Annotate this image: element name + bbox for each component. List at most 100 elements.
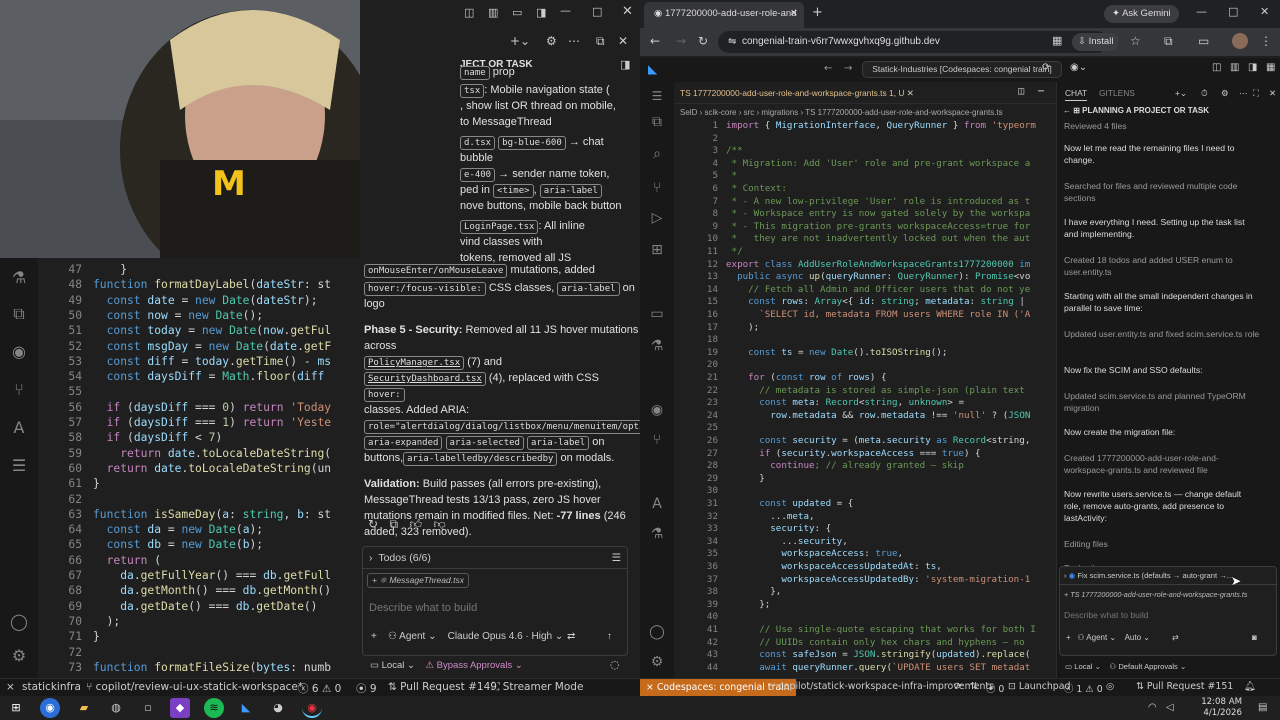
explorer-icon[interactable]: ☰ xyxy=(9,456,29,476)
code-line[interactable]: 12 export class AddUserRoleAndWorkspaceGr… xyxy=(674,259,1056,272)
ask-gemini-button[interactable]: ✦ Ask Gemini xyxy=(1104,5,1179,23)
code-line[interactable]: 31 const updated = { xyxy=(674,498,1056,511)
code-line[interactable]: 66 return ( xyxy=(38,553,360,568)
source-control-icon[interactable]: ⑂ xyxy=(9,380,29,400)
context-file-chip[interactable]: + ⚛ MessageThread.tsx xyxy=(367,573,469,588)
command-center[interactable]: Statick-Industries [Codespaces: congenia… xyxy=(862,61,1062,78)
code-line[interactable]: 54 const daysDiff = Math.floor(diff xyxy=(38,369,360,384)
retry-icon[interactable]: ↻ xyxy=(368,517,378,531)
extensions-puzzle-icon[interactable]: ⧉ xyxy=(1164,34,1173,49)
code-line[interactable]: 1 import { MigrationInterface, QueryRunne… xyxy=(674,120,1056,133)
code-line[interactable]: 71} xyxy=(38,629,360,644)
code-line[interactable]: 34 ...security, xyxy=(674,536,1056,549)
bookmark-star-icon[interactable]: ☆ xyxy=(1130,34,1141,48)
code-line[interactable]: 50 const now = new Date(); xyxy=(38,308,360,323)
new-chat-icon[interactable]: +⌄ xyxy=(510,34,530,48)
account-icon-2[interactable]: ◯ xyxy=(647,622,667,642)
code-editor-left[interactable]: 47 } 48 function formatDayLabel(dateStr: s… xyxy=(38,258,360,678)
file-link[interactable]: PolicyManager.tsx xyxy=(364,356,465,370)
notifications-icon[interactable]: 🔔︎ xyxy=(1244,681,1256,692)
code-line[interactable]: 62 xyxy=(38,492,360,507)
obs-icon[interactable]: ◆ xyxy=(170,698,190,718)
clear-todos-icon[interactable]: ☰ xyxy=(612,547,621,569)
code-line[interactable]: 36 workspaceAccessUpdatedAt: ts, xyxy=(674,561,1056,574)
code-line[interactable]: 29 } xyxy=(674,473,1056,486)
chrome-icon[interactable]: ◉ xyxy=(40,698,60,718)
bypass-approvals-dropdown[interactable]: ⚠ Bypass Approvals ⌄ xyxy=(426,660,523,671)
code-line[interactable]: 55 xyxy=(38,384,360,399)
spotify-icon[interactable]: ≋ xyxy=(204,698,224,718)
panel-icon[interactable]: ▭ xyxy=(512,6,522,19)
editor-more-icon[interactable]: ⋯ xyxy=(1038,86,1044,97)
editor-tab[interactable]: TS 1777200000-add-user-role-and-workspac… xyxy=(674,82,944,104)
sidebar-icon[interactable]: ◨ xyxy=(536,6,546,19)
context-file-chip-2[interactable]: + TS 1777200000-add-user-role-and-worksp… xyxy=(1064,589,1274,601)
todos-bar[interactable]: › Todos (6/6) ☰ xyxy=(363,547,627,569)
branch-indicator[interactable]: ⑂ copilot/review-ui-ux-statick-workspace… xyxy=(86,681,303,693)
model-picker[interactable]: Claude Opus 4.6 · High ⌄ xyxy=(448,631,564,642)
menu-icon[interactable]: ☰ xyxy=(647,86,667,106)
code-line[interactable]: 42 // UUIDs contain only hex chars and h… xyxy=(674,637,1056,650)
code-line[interactable]: 38 }, xyxy=(674,586,1056,599)
local-dropdown-2[interactable]: ▭ Local ⌄ xyxy=(1065,662,1101,671)
code-line[interactable]: 10 * they are not inadvertently locked o… xyxy=(674,233,1056,246)
code-line[interactable]: 21 for (const row of rows) { xyxy=(674,372,1056,385)
code-line[interactable]: 4 * Migration: Add 'User' role and pre-g… xyxy=(674,158,1056,171)
extensions-icon-2[interactable]: ⊞ xyxy=(647,240,667,260)
code-line[interactable]: 69 da.getDate() === db.getDate() xyxy=(38,599,360,614)
run-debug-icon[interactable]: ▷ xyxy=(647,208,667,228)
code-line[interactable]: 53 const diff = today.getTime() - ms xyxy=(38,354,360,369)
code-line[interactable]: 26 const security = (meta.security as Re… xyxy=(674,435,1056,448)
code-line[interactable]: 22 // metadata is stored as simple-json … xyxy=(674,385,1056,398)
copilot-title-icon[interactable]: ◉⌄ xyxy=(1070,62,1087,73)
settings-gear-icon[interactable]: ⚙ xyxy=(9,646,29,666)
popout-icon[interactable]: ⧉ xyxy=(596,34,605,49)
layout-icon-2[interactable]: ▥ xyxy=(488,6,498,19)
breadcrumb-item[interactable]: scik-core xyxy=(704,108,736,117)
code-line[interactable]: 27 if (security.workspaceAccess === true… xyxy=(674,448,1056,461)
code-line[interactable]: 2 xyxy=(674,133,1056,146)
close-chat-icon-2[interactable]: ✕ xyxy=(1269,82,1276,104)
code-line[interactable]: 35 workspaceAccess: true, xyxy=(674,548,1056,561)
agent-mode-dropdown-2[interactable]: ⚇ Agent ⌄ xyxy=(1077,633,1116,642)
flask-icon[interactable]: ⚗ xyxy=(9,268,29,288)
gitlens-icon[interactable]: A xyxy=(9,418,29,438)
chat-input[interactable] xyxy=(369,599,619,617)
code-line[interactable]: 9 * - This migration pre-grants workspac… xyxy=(674,221,1056,234)
code-line[interactable]: 63 function isSameDay(a: string, b: st xyxy=(38,507,360,522)
github-desktop-icon[interactable]: ◕ xyxy=(268,698,288,718)
close-editor-tab-icon[interactable]: ✕ xyxy=(907,88,914,98)
copy-icon[interactable]: ⧉ xyxy=(390,517,399,531)
repo-name[interactable]: statickinfra xyxy=(22,681,81,693)
local-dropdown[interactable]: ▭ Local ⌄ xyxy=(370,660,415,671)
layout-toggle-icon[interactable]: ◫ xyxy=(1212,62,1221,73)
model-auto-dropdown[interactable]: Auto ⌄ xyxy=(1125,633,1150,642)
nav-forward-icon[interactable]: → xyxy=(844,63,852,74)
code-line[interactable]: 5 * xyxy=(674,170,1056,183)
code-line[interactable]: 58 if (daysDiff < 7) xyxy=(38,430,360,445)
approvals-dropdown[interactable]: ⚇ Default Approvals ⌄ xyxy=(1109,662,1186,671)
breadcrumb-item[interactable]: migrations xyxy=(761,108,798,117)
code-line[interactable]: 32 ...meta, xyxy=(674,511,1056,524)
tab-gitlens[interactable]: GITLENS xyxy=(1099,82,1135,104)
code-line[interactable]: 24 row.metadata && row.metadata !== 'nul… xyxy=(674,410,1056,423)
problems-indicator-2[interactable]: ⓧ 1 ⚠ 0 xyxy=(1064,681,1103,695)
code-line[interactable]: 25 xyxy=(674,422,1056,435)
code-line[interactable]: 20 xyxy=(674,359,1056,372)
tools-icon[interactable]: ⇄ xyxy=(567,631,575,642)
code-line[interactable]: 15 const rows: Array<{ id: string; metad… xyxy=(674,296,1056,309)
add-context-icon-2[interactable]: + xyxy=(1066,633,1071,642)
code-line[interactable]: 56 if (daysDiff === 0) return 'Today xyxy=(38,400,360,415)
chrome-active-icon[interactable]: ◉ xyxy=(302,698,322,718)
code-line[interactable]: 6 * Context: xyxy=(674,183,1056,196)
code-line[interactable]: 37 workspaceAccessUpdatedBy: 'system-mig… xyxy=(674,574,1056,587)
more-icon[interactable]: ⋯ xyxy=(568,34,580,48)
code-line[interactable]: 60 return date.toLocaleDateString(un xyxy=(38,461,360,476)
remote-icon[interactable]: ⨯ xyxy=(6,681,15,693)
install-button[interactable]: ⇩ Install xyxy=(1072,33,1120,51)
chat-input-2[interactable] xyxy=(1064,607,1264,623)
file-explorer-icon[interactable]: ▰ xyxy=(74,698,94,718)
code-line[interactable]: 14 // Fetch all Admin and Officer users … xyxy=(674,284,1056,297)
settings-icon-2[interactable]: ⚙ xyxy=(647,652,667,672)
github-actions-icon[interactable]: ◉ xyxy=(647,400,667,420)
